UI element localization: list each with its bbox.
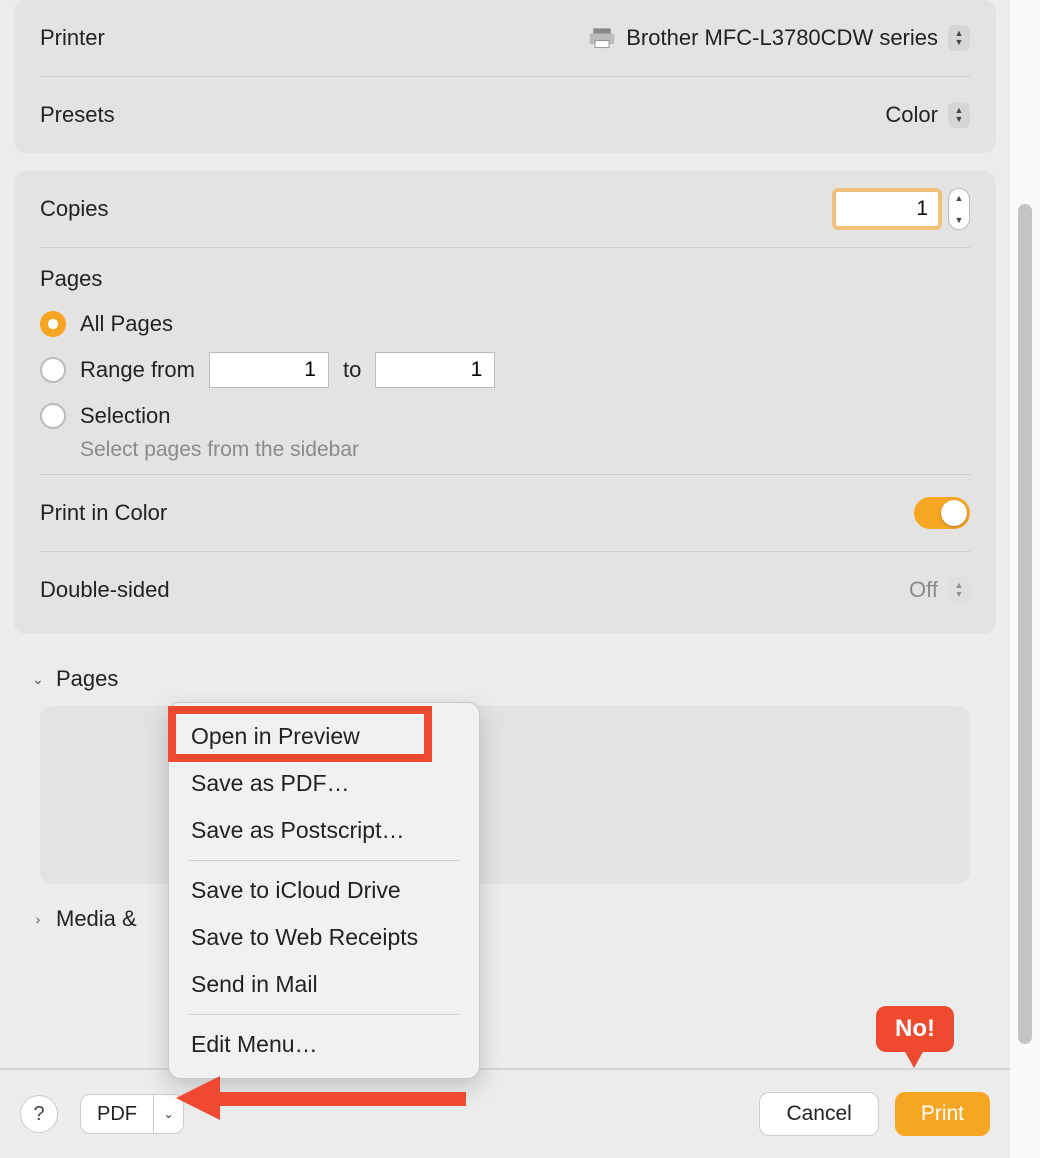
cancel-button[interactable]: Cancel (759, 1092, 878, 1136)
double-sided-label: Double-sided (40, 577, 170, 603)
scrollbar-thumb[interactable] (1018, 204, 1032, 1044)
copies-stepper[interactable]: ▲▼ (948, 188, 970, 230)
range-label: Range from (80, 357, 195, 383)
pages-range-row[interactable]: Range from to (40, 346, 970, 394)
printer-row[interactable]: Printer Brother MFC-L3780CDW series ▲▼ (40, 0, 970, 76)
scrollbar-track[interactable] (1010, 0, 1040, 1158)
presets-row[interactable]: Presets Color ▲▼ (40, 77, 970, 153)
menu-save-to-icloud[interactable]: Save to iCloud Drive (169, 867, 479, 914)
radio-selected-icon[interactable] (40, 311, 66, 337)
pdf-dropdown-button[interactable]: PDF ⌄ (80, 1094, 184, 1134)
updown-icon: ▲▼ (948, 577, 970, 603)
double-sided-value: Off (909, 577, 938, 603)
radio-icon[interactable] (40, 403, 66, 429)
print-in-color-row: Print in Color (40, 475, 970, 551)
printer-label: Printer (40, 25, 105, 51)
menu-edit-menu[interactable]: Edit Menu… (169, 1021, 479, 1068)
bottom-bar: ? PDF ⌄ Cancel Print (0, 1068, 1010, 1158)
print-dialog: Printer Brother MFC-L3780CDW series ▲▼ P… (0, 0, 1010, 1158)
print-button[interactable]: Print (895, 1092, 990, 1136)
print-in-color-label: Print in Color (40, 500, 167, 526)
pages-label: Pages (40, 248, 970, 302)
updown-icon: ▲▼ (948, 25, 970, 51)
menu-save-to-web-receipts[interactable]: Save to Web Receipts (169, 914, 479, 961)
selection-hint: Select pages from the sidebar (40, 438, 970, 474)
range-from-input[interactable] (209, 352, 329, 388)
pdf-label: PDF (81, 1103, 153, 1126)
radio-icon[interactable] (40, 357, 66, 383)
menu-open-in-preview[interactable]: Open in Preview (169, 713, 479, 760)
range-to-label: to (343, 357, 361, 383)
menu-separator (189, 860, 459, 861)
presets-value: Color (885, 102, 938, 128)
chevron-down-icon: ⌄ (153, 1095, 183, 1133)
pdf-menu: Open in Preview Save as PDF… Save as Pos… (168, 702, 480, 1079)
double-sided-row[interactable]: Double-sided Off ▲▼ (40, 552, 970, 628)
range-to-input[interactable] (375, 352, 495, 388)
printer-value: Brother MFC-L3780CDW series (626, 25, 938, 51)
help-icon: ? (33, 1103, 44, 1126)
printer-presets-panel: Printer Brother MFC-L3780CDW series ▲▼ P… (14, 0, 996, 153)
annotation-no-bubble: No! (876, 1006, 954, 1052)
copies-input[interactable] (832, 188, 942, 230)
copies-row: Copies ▲▼ (40, 171, 970, 247)
pages-section-label: Pages (56, 666, 118, 692)
print-in-color-toggle[interactable] (914, 497, 970, 529)
updown-icon: ▲▼ (948, 102, 970, 128)
printer-icon (588, 27, 616, 49)
pages-all-row[interactable]: All Pages (40, 302, 970, 346)
selection-label: Selection (80, 403, 171, 429)
menu-save-as-pdf[interactable]: Save as PDF… (169, 760, 479, 807)
copies-label: Copies (40, 196, 108, 222)
annotation-no-bubble-tail (904, 1050, 924, 1068)
menu-save-as-postscript[interactable]: Save as Postscript… (169, 807, 479, 854)
pages-selection-row[interactable]: Selection (40, 394, 970, 438)
help-button[interactable]: ? (20, 1095, 58, 1133)
media-section-header[interactable]: › Media & (0, 900, 1010, 946)
chevron-down-icon: ⌄ (30, 671, 46, 688)
menu-separator (189, 1014, 459, 1015)
media-section-label: Media & (56, 906, 137, 932)
pages-all-label: All Pages (80, 311, 173, 337)
pages-section-header[interactable]: ⌄ Pages (0, 652, 1010, 706)
presets-label: Presets (40, 102, 115, 128)
menu-send-in-mail[interactable]: Send in Mail (169, 961, 479, 1008)
chevron-right-icon: › (30, 911, 46, 927)
print-options-panel: Copies ▲▼ Pages All Pages Range from to … (14, 171, 996, 634)
